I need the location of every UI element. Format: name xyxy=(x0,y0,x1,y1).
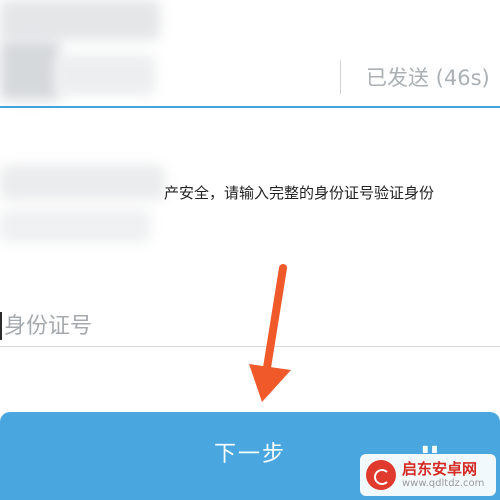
blurred-region xyxy=(0,0,160,40)
watermark-title: 启东安卓网 xyxy=(402,460,478,479)
watermark-logo-icon xyxy=(366,460,396,490)
blurred-region xyxy=(0,165,165,200)
id-field-underline xyxy=(0,346,500,347)
blurred-region xyxy=(0,40,60,100)
code-field-divider xyxy=(340,60,341,94)
id-number-input[interactable] xyxy=(4,308,494,344)
resend-countdown: 已发送 (46s) xyxy=(366,66,490,90)
blurred-region xyxy=(0,210,150,242)
watermark-url: www.qdltdz.com xyxy=(402,477,485,489)
blurred-region xyxy=(55,55,155,95)
watermark: 启东安卓网 www.qdltdz.com xyxy=(360,454,496,496)
code-field-underline xyxy=(0,106,500,108)
text-cursor xyxy=(0,312,2,340)
instruction-text: 产安全，请输入完整的身份证号验证身份 xyxy=(164,184,435,202)
